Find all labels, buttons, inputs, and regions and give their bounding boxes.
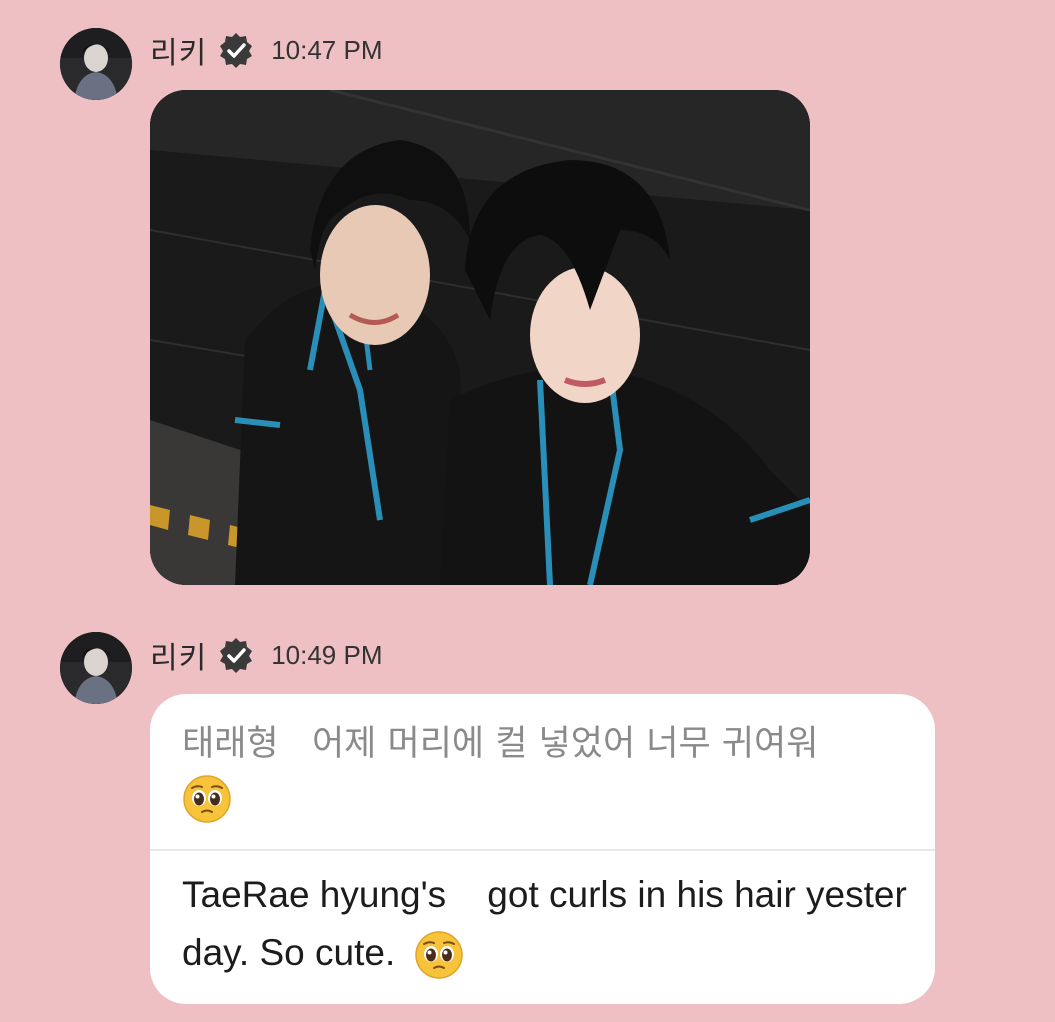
avatar[interactable] — [60, 28, 132, 100]
message-photo-image[interactable] — [150, 90, 810, 585]
message-header: 리키 10:49 PM — [150, 633, 383, 677]
original-text-content: 태래형 어제 머리에 컬 넣었어 너무 귀여워 — [182, 724, 819, 764]
pleading-face-emoji — [414, 930, 464, 980]
message-bubble[interactable]: 태래형 어제 머리에 컬 넣었어 너무 귀여워 TaeRae hyung's g… — [150, 694, 935, 1004]
verified-badge-icon — [217, 31, 255, 69]
sender-name[interactable]: 리키 — [150, 28, 207, 72]
sender-name[interactable]: 리키 — [150, 633, 207, 677]
message-time: 10:47 PM — [271, 34, 383, 65]
verified-badge-icon — [217, 636, 255, 674]
avatar[interactable] — [60, 632, 132, 704]
translated-text: TaeRae hyung's got curls in his hair yes… — [182, 866, 912, 982]
translated-text-content: TaeRae hyung's got curls in his hair yes… — [182, 874, 907, 973]
message-header: 리키 10:47 PM — [150, 28, 383, 72]
translation-divider — [150, 849, 935, 851]
pleading-face-emoji — [182, 774, 232, 824]
original-text: 태래형 어제 머리에 컬 넣었어 너무 귀여워 — [182, 718, 902, 824]
message-time: 10:49 PM — [271, 639, 383, 670]
